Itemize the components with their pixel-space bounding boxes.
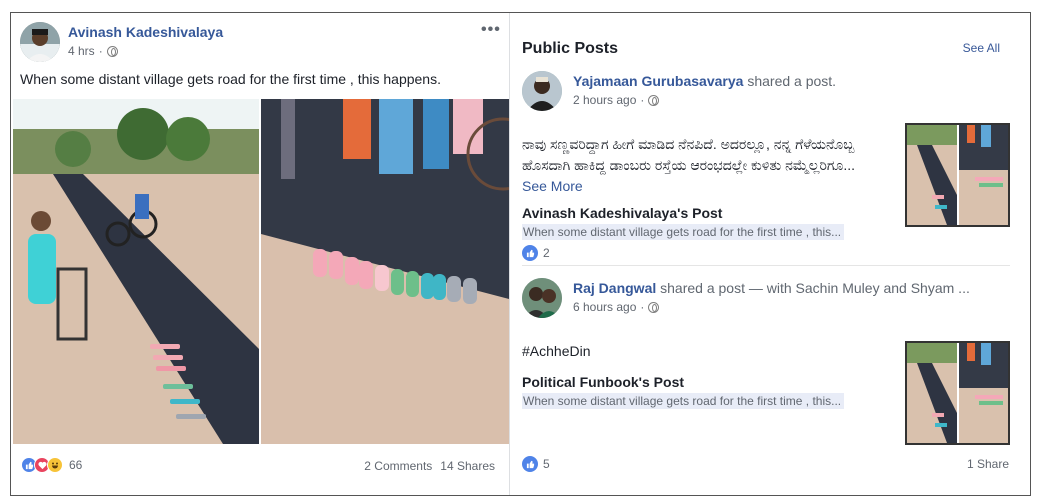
shared-post-snippet[interactable]: When some distant village gets road for … [522,224,844,240]
like-count: 5 [543,457,550,471]
post-photo[interactable] [13,99,509,444]
item-timestamp[interactable]: 2 hours ago [573,93,636,107]
item-like-summary[interactable]: 5 [522,456,550,472]
item-separator [522,265,1010,266]
reaction-count: 66 [69,458,83,472]
comments-link[interactable]: 2 Comments [364,459,432,473]
more-options-icon[interactable]: ••• [481,21,501,39]
column-divider [509,13,510,495]
like-icon [522,245,538,261]
see-more-link[interactable]: See More [522,178,583,194]
shared-post-thumbnail[interactable] [905,123,1010,227]
share-action: shared a post — with Sachin Muley and Sh… [660,280,970,296]
like-count: 2 [543,246,550,260]
sharer-avatar[interactable] [522,278,562,318]
public-post-item: Yajamaan Gurubasavarya shared a post. 2 … [522,71,1010,261]
screenshot-frame: Avinash Kadeshivalaya 4 hrs · ••• When s… [10,12,1031,496]
globe-icon [648,94,660,106]
item-body: ನಾವು ಸಣ್ಣವರಿದ್ದಾಗ ಹೀಗೆ ಮಾಡಿದ ನೆನಪಿದೆ. ಅದ… [522,136,856,173]
shares-link[interactable]: 14 Shares [440,459,495,473]
panel-title: Public Posts [522,40,619,57]
share-count-link[interactable]: 1 Share [967,457,1009,471]
post-timestamp[interactable]: 4 hrs [68,44,95,58]
post-stats: 2 Comments 14 Shares [364,459,495,473]
share-action: shared a post. [747,73,837,89]
sharer-avatar[interactable] [522,71,562,111]
globe-icon [648,301,660,313]
globe-icon [106,45,118,57]
item-body: #AchheDin [522,343,591,359]
feed-post: Avinash Kadeshivalaya 4 hrs · ••• When s… [11,13,509,495]
post-meta: 4 hrs · [68,44,118,58]
item-meta: 6 hours ago · [573,300,660,314]
public-posts-panel: Public Posts See All Yajamaan Gurubasava… [511,13,1030,495]
sharer-name[interactable]: Raj Dangwal [573,280,656,296]
shared-post-thumbnail[interactable] [905,341,1010,445]
reaction-summary[interactable]: 66 [21,457,82,473]
public-post-item: Raj Dangwal shared a post — with Sachin … [522,278,1010,478]
shared-post-title[interactable]: Avinash Kadeshivalaya's Post [522,205,722,221]
item-body-text: ನಾವು ಸಣ್ಣವರಿದ್ದಾಗ ಹೀಗೆ ಮಾಡಿದ ನೆನಪಿದೆ. ಅದ… [522,134,882,197]
item-header: Raj Dangwal shared a post — with Sachin … [573,280,970,296]
item-meta: 2 hours ago · [573,93,660,107]
post-author-name[interactable]: Avinash Kadeshivalaya [68,24,223,40]
item-like-summary[interactable]: 2 [522,245,550,261]
sharer-name[interactable]: Yajamaan Gurubasavarya [573,73,743,89]
shared-post-snippet[interactable]: When some distant village gets road for … [522,393,844,409]
see-all-link[interactable]: See All [963,41,1000,55]
item-header: Yajamaan Gurubasavarya shared a post. [573,73,836,89]
like-icon [522,456,538,472]
author-avatar[interactable] [20,22,60,62]
haha-icon [47,457,63,473]
item-timestamp[interactable]: 6 hours ago [573,300,636,314]
shared-post-title[interactable]: Political Funbook's Post [522,374,684,390]
post-text: When some distant village gets road for … [20,71,441,87]
